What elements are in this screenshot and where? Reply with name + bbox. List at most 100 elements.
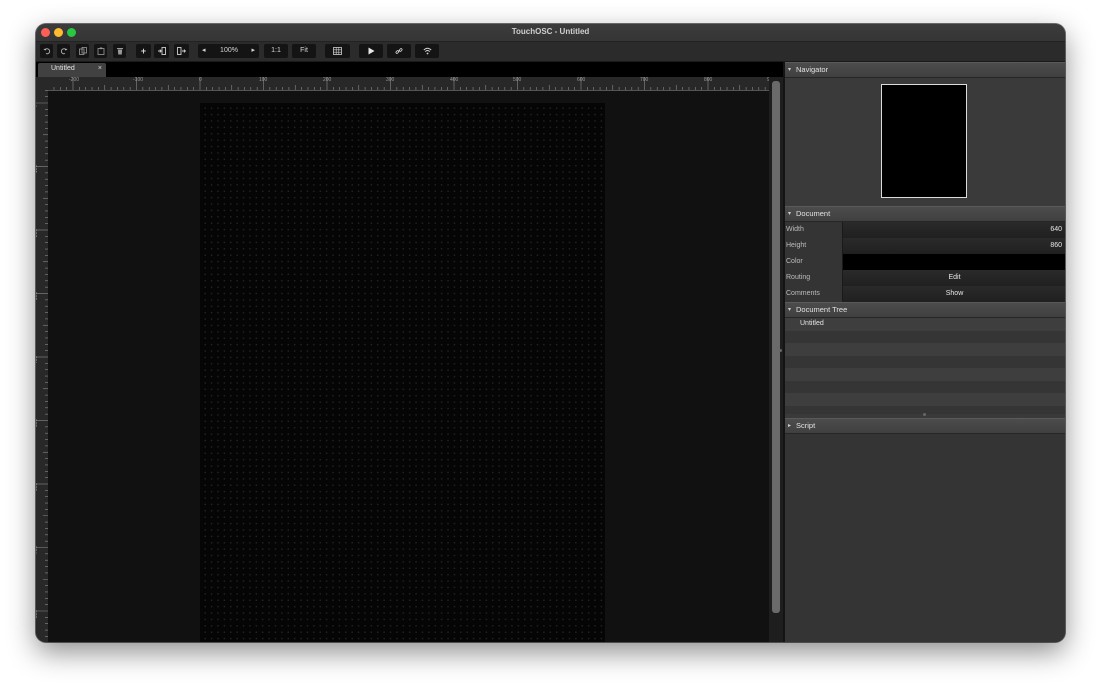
expand-arrow-icon: ▸ — [788, 423, 792, 429]
group-icon — [158, 47, 166, 55]
hruler-label: 300 — [386, 77, 395, 83]
undo-button[interactable] — [40, 44, 53, 58]
hruler-label: 100 — [259, 77, 268, 83]
hruler-label: -200 — [69, 77, 80, 83]
zoom-one-to-one-button[interactable]: 1:1 — [264, 44, 288, 58]
vruler-label: 0 — [36, 105, 38, 108]
tree-item-label: Untitled — [800, 320, 824, 327]
property-label: Comments — [786, 290, 820, 297]
zoom-fit-button[interactable]: Fit — [292, 44, 316, 58]
document-tree: Untitled — [785, 318, 1065, 418]
document-tree-header[interactable]: ▾ Document Tree — [785, 302, 1065, 318]
property-row-color: Color — [785, 254, 1065, 271]
navigator-area — [785, 78, 1065, 206]
tree-empty-row — [785, 380, 1065, 393]
document-page[interactable] — [200, 103, 605, 642]
zoom-in-button[interactable]: ▸ — [251, 44, 255, 58]
collapse-arrow-icon: ▾ — [788, 67, 792, 73]
ungroup-button[interactable] — [174, 44, 189, 58]
routing-edit-button[interactable]: Edit — [842, 270, 1065, 286]
property-label: Routing — [786, 274, 811, 281]
scrollbar-thumb[interactable] — [772, 81, 780, 613]
connections-button[interactable] — [387, 44, 411, 58]
add-control-button[interactable]: + — [136, 44, 151, 58]
vruler-label: 500 — [36, 418, 40, 428]
script-area — [785, 434, 1065, 642]
redo-button[interactable] — [57, 44, 70, 58]
property-row-routing: Routing Edit — [785, 270, 1065, 287]
property-label: Width — [786, 226, 804, 233]
navigator-title: Navigator — [796, 65, 829, 74]
hruler-label: 0 — [199, 77, 202, 83]
copy-icon — [78, 47, 87, 55]
delete-button[interactable] — [113, 44, 126, 58]
copy-button[interactable] — [76, 44, 89, 58]
property-row-comments: Comments Show — [785, 286, 1065, 303]
tab-close-icon[interactable]: × — [98, 65, 102, 72]
script-title: Script — [796, 421, 816, 430]
width-field[interactable]: 640 — [842, 222, 1065, 238]
network-button[interactable] — [415, 44, 439, 58]
toolbar: + ◂ 100% ▸ 1:1 Fit — [36, 42, 1065, 62]
property-label: Color — [786, 258, 803, 265]
tab-untitled[interactable]: Untitled × — [38, 63, 106, 77]
play-icon — [368, 47, 375, 55]
hruler-label: 200 — [323, 77, 332, 83]
canvas-vertical-scrollbar[interactable] — [769, 77, 783, 642]
property-row-width: Width 640 — [785, 222, 1065, 239]
tree-empty-row — [785, 393, 1065, 406]
app-window: TouchOSC - Untitled + ◂ 100% ▸ 1:1 Fit U… — [36, 24, 1065, 642]
ungroup-icon — [177, 47, 186, 55]
ruler-corner — [36, 77, 48, 90]
tree-empty-row — [785, 330, 1065, 343]
play-button[interactable] — [359, 44, 383, 58]
navigator-thumbnail[interactable] — [881, 84, 967, 198]
document-header[interactable]: ▾ Document — [785, 206, 1065, 222]
tree-item-untitled[interactable]: Untitled — [785, 318, 1065, 331]
grid-toggle-button[interactable] — [325, 44, 350, 58]
hruler-label: 800 — [704, 77, 713, 83]
zoom-out-button[interactable]: ◂ — [202, 44, 206, 58]
color-swatch[interactable] — [842, 254, 1065, 270]
grid-icon — [333, 47, 342, 55]
horizontal-ruler-ticks — [53, 77, 779, 90]
navigator-header[interactable]: ▾ Navigator — [785, 62, 1065, 78]
vruler-label: 200 — [36, 228, 40, 238]
document-tree-title: Document Tree — [796, 305, 848, 314]
trash-icon — [116, 48, 123, 55]
vruler-label: 700 — [36, 545, 40, 555]
link-icon — [395, 48, 403, 54]
group-button[interactable] — [154, 44, 169, 58]
hruler-label: 500 — [513, 77, 522, 83]
zoom-control: ◂ 100% ▸ — [198, 44, 259, 58]
editor-canvas[interactable] — [48, 91, 769, 642]
collapse-arrow-icon: ▾ — [788, 211, 792, 217]
tree-empty-row — [785, 355, 1065, 368]
horizontal-ruler: -200 -100 0 100 200 300 400 500 600 700 … — [48, 77, 783, 91]
splitter-grip-icon[interactable] — [779, 349, 782, 352]
vruler-label: 600 — [36, 482, 40, 492]
vruler-label: 800 — [36, 609, 40, 619]
comments-show-button[interactable]: Show — [842, 286, 1065, 302]
document-title: Document — [796, 209, 831, 218]
paste-button[interactable] — [94, 44, 107, 58]
collapse-arrow-icon: ▾ — [788, 307, 792, 313]
title-bar: TouchOSC - Untitled — [36, 24, 1065, 42]
vruler-label: 100 — [36, 164, 40, 174]
inspector-panel: ▾ Navigator ▾ Document Width 640 Height … — [785, 62, 1065, 642]
property-label: Height — [786, 242, 807, 249]
property-row-height: Height 860 — [785, 238, 1065, 255]
tree-empty-row — [785, 368, 1065, 381]
document-tab-bar: Untitled × — [36, 62, 783, 77]
tree-empty-row — [785, 343, 1065, 356]
script-header[interactable]: ▸ Script — [785, 418, 1065, 434]
tree-resize-grip-icon[interactable] — [923, 413, 926, 416]
redo-icon — [60, 48, 67, 55]
hruler-label: 400 — [450, 77, 459, 83]
zoom-level: 100% — [220, 47, 238, 54]
window-title: TouchOSC - Untitled — [511, 27, 590, 36]
hruler-label: 700 — [640, 77, 649, 83]
wifi-icon — [422, 47, 432, 55]
undo-icon — [43, 48, 50, 55]
height-field[interactable]: 860 — [842, 238, 1065, 254]
